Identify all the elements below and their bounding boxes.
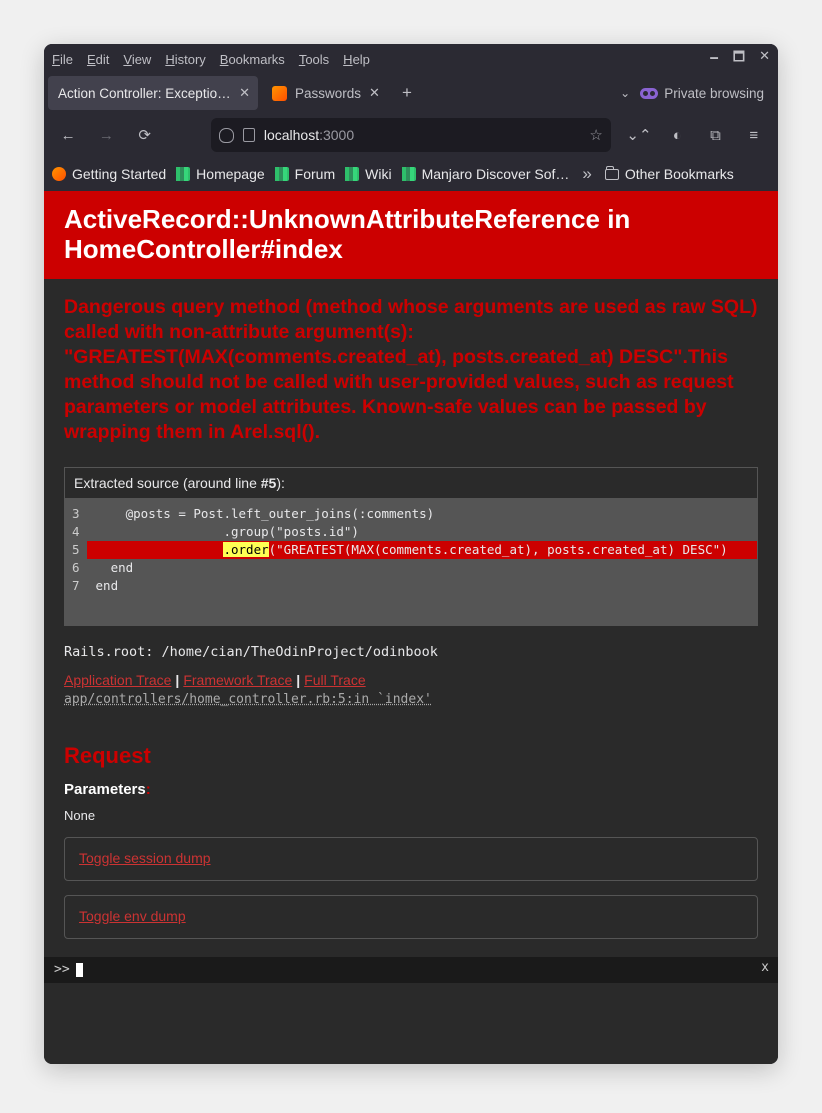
new-tab-button[interactable]: + <box>392 83 422 103</box>
menu-history[interactable]: History <box>165 52 205 67</box>
window-maximize-icon[interactable]: 🗖 <box>733 48 745 70</box>
firefox-icon <box>272 86 287 101</box>
mask-icon <box>640 88 658 99</box>
application-trace-link[interactable]: Application Trace <box>64 672 171 688</box>
close-icon[interactable]: ✕ <box>239 85 250 101</box>
bookmark-wiki[interactable]: Wiki <box>345 166 391 182</box>
back-button[interactable]: ← <box>52 118 84 152</box>
tab-label: Passwords <box>295 86 361 101</box>
code-line: .group("posts.id") <box>87 523 757 541</box>
toggle-env-dump[interactable]: Toggle env dump <box>64 895 758 939</box>
menu-bookmarks[interactable]: Bookmarks <box>220 52 285 67</box>
parameters-label: Parameters <box>64 781 146 798</box>
pocket-icon[interactable]: ⌄⌃ <box>623 118 655 152</box>
console-prompt: >> <box>54 962 70 977</box>
parameters-value: None <box>44 798 778 823</box>
bookmark-getting-started[interactable]: Getting Started <box>52 166 166 182</box>
console-cursor <box>76 963 83 977</box>
manjaro-icon <box>275 167 289 181</box>
menu-edit[interactable]: Edit <box>87 52 109 67</box>
reload-button[interactable]: ⟳ <box>129 118 161 152</box>
web-console[interactable]: >> x <box>44 957 778 983</box>
url-host: localhost <box>264 127 319 143</box>
request-heading: Request <box>44 707 778 769</box>
extracted-source-box: Extracted source (around line #5): 34567… <box>64 467 758 626</box>
framework-trace-link[interactable]: Framework Trace <box>183 672 292 688</box>
code-line: .order("GREATEST(MAX(comments.created_at… <box>87 541 757 559</box>
menu-tools[interactable]: Tools <box>299 52 329 67</box>
tab-bar: Action Controller: Exception ca ✕ Passwo… <box>44 74 778 112</box>
forward-button[interactable]: → <box>90 118 122 152</box>
shield-icon <box>219 128 234 143</box>
parameters-row: Parameters: <box>44 769 778 798</box>
code-line: end <box>87 577 757 595</box>
code-lines: @posts = Post.left_outer_joins(:comments… <box>87 499 757 625</box>
firefox-icon <box>52 167 66 181</box>
extracted-source-title: Extracted source (around line #5): <box>65 468 757 499</box>
console-output-area <box>44 983 778 1065</box>
manjaro-icon <box>176 167 190 181</box>
trace-links: Application Trace|Framework Trace|Full T… <box>44 660 778 688</box>
url-bar[interactable]: localhost:3000 ☆ <box>211 118 611 152</box>
error-title: ActiveRecord::UnknownAttributeReference … <box>64 205 758 265</box>
tab-passwords[interactable]: Passwords ✕ <box>262 76 388 110</box>
folder-icon <box>605 169 619 180</box>
bookmark-manjaro-discover[interactable]: Manjaro Discover Sof… <box>402 166 570 182</box>
browser-window: FileEditViewHistoryBookmarksToolsHelp 🗕 … <box>44 44 778 1064</box>
page-content: ActiveRecord::UnknownAttributeReference … <box>44 191 778 1064</box>
stack-frame-link[interactable]: app/controllers/home_controller.rb:5:in … <box>44 688 778 707</box>
manjaro-icon <box>402 167 416 181</box>
bookmark-star-icon[interactable]: ☆ <box>589 126 602 144</box>
other-bookmarks-folder[interactable]: Other Bookmarks <box>605 166 734 182</box>
nav-toolbar: ← → ⟳ localhost:3000 ☆ ⌄⌃ ◐ ⧉ ≡ <box>44 112 778 158</box>
menu-help[interactable]: Help <box>343 52 370 67</box>
tab-label: Action Controller: Exception ca <box>58 86 231 101</box>
bookmarks-overflow-icon[interactable]: » <box>579 164 594 184</box>
rails-root: Rails.root: /home/cian/TheOdinProject/od… <box>44 626 778 660</box>
tab-action-controller[interactable]: Action Controller: Exception ca ✕ <box>48 76 258 110</box>
private-browsing-indicator: Private browsing <box>640 86 774 101</box>
toggle-session-dump-link[interactable]: Toggle session dump <box>79 850 211 866</box>
code-line: end <box>87 559 757 577</box>
error-header: ActiveRecord::UnknownAttributeReference … <box>44 191 778 279</box>
console-close-icon[interactable]: x <box>761 960 769 975</box>
private-browsing-label: Private browsing <box>664 86 764 101</box>
extensions-icon[interactable]: ⧉ <box>699 118 731 152</box>
app-menu-icon[interactable]: ≡ <box>738 118 770 152</box>
toggle-env-dump-link[interactable]: Toggle env dump <box>79 908 186 924</box>
full-trace-link[interactable]: Full Trace <box>304 672 365 688</box>
menu-view[interactable]: View <box>123 52 151 67</box>
toggle-session-dump[interactable]: Toggle session dump <box>64 837 758 881</box>
manjaro-icon <box>345 167 359 181</box>
window-close-icon[interactable]: ✕ <box>759 48 770 70</box>
menu-file[interactable]: File <box>52 52 73 67</box>
bookmark-homepage[interactable]: Homepage <box>176 166 265 182</box>
bookmarks-toolbar: Getting Started Homepage Forum Wiki Manj… <box>44 158 778 191</box>
url-rest: :3000 <box>319 127 354 143</box>
code-line: @posts = Post.left_outer_joins(:comments… <box>87 505 757 523</box>
bookmark-forum[interactable]: Forum <box>275 166 335 182</box>
window-minimize-icon[interactable]: 🗕 <box>710 48 719 70</box>
close-icon[interactable]: ✕ <box>369 85 380 101</box>
menu-bar: FileEditViewHistoryBookmarksToolsHelp 🗕 … <box>44 44 778 74</box>
document-icon <box>243 128 255 142</box>
account-icon[interactable]: ◐ <box>661 118 693 152</box>
code-gutter: 34567 <box>65 499 87 625</box>
all-tabs-chevron-icon[interactable]: ⌄ <box>614 86 636 100</box>
error-message: Dangerous query method (method whose arg… <box>64 295 758 445</box>
